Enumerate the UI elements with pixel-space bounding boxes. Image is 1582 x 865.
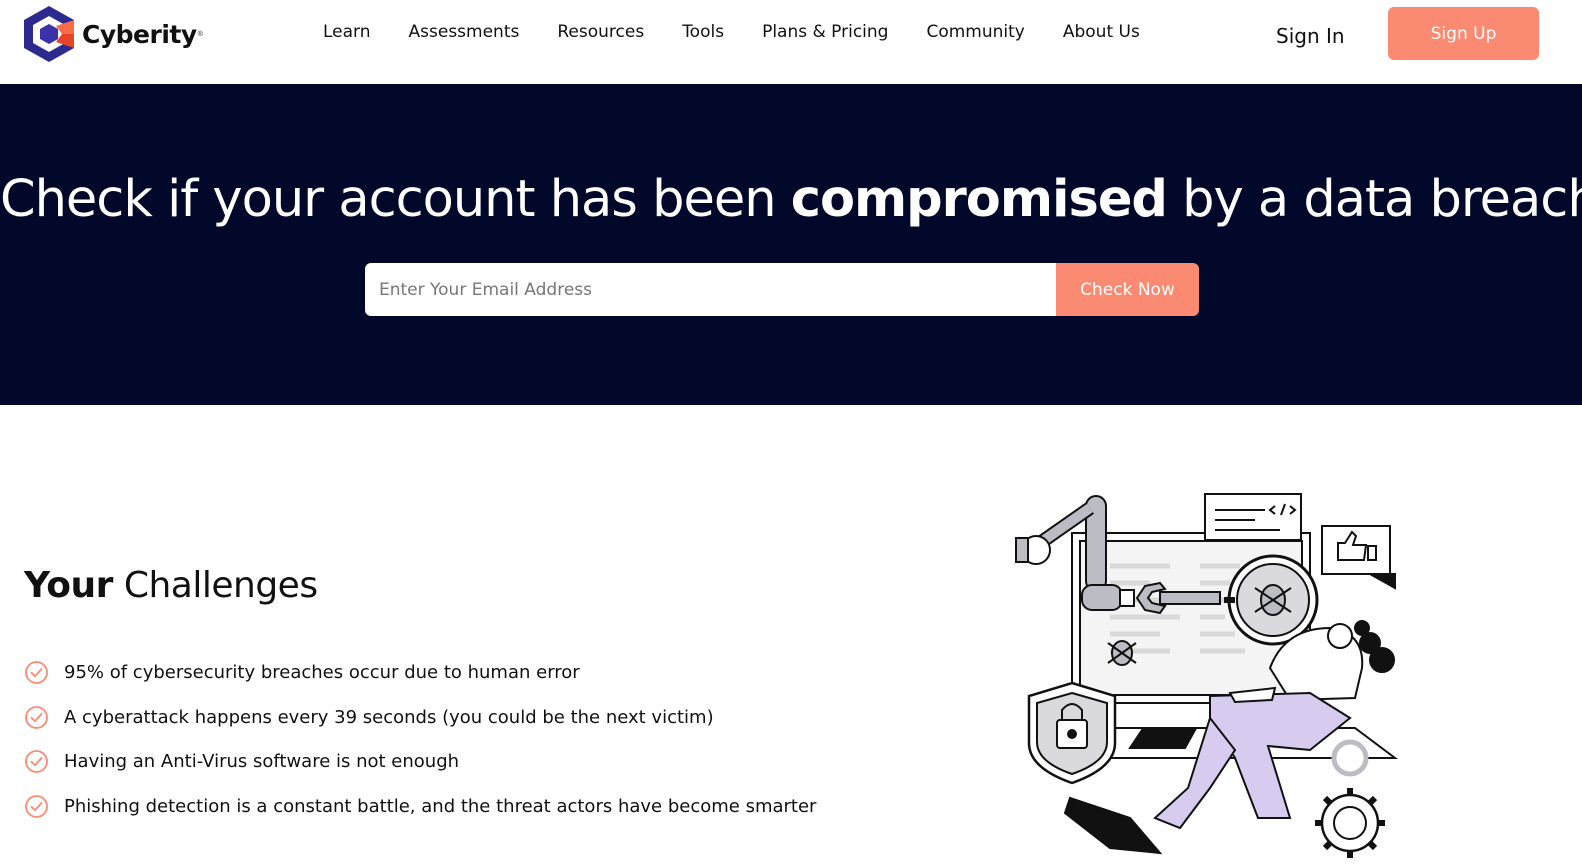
sign-up-button[interactable]: Sign Up [1388,7,1539,60]
main-nav: Learn Assessments Resources Tools Plans … [323,22,1178,42]
email-input[interactable] [365,263,1056,316]
check-circle-icon [25,660,48,684]
nav-item-assessments[interactable]: Assessments [409,22,520,42]
nav-item-learn[interactable]: Learn [323,22,371,42]
challenge-text: Phishing detection is a constant battle,… [64,795,817,817]
challenges-heading-bold: Your [24,565,113,606]
sign-in-link[interactable]: Sign In [1276,24,1345,48]
cyberity-logo-icon [24,6,74,62]
challenges-heading: Your Challenges [24,565,318,606]
challenge-text: Having an Anti-Virus software is not eno… [64,751,460,773]
list-item: Having an Anti-Virus software is not eno… [24,739,816,784]
list-item: A cyberattack happens every 39 seconds (… [24,695,816,740]
list-item: 95% of cybersecurity breaches occur due … [24,650,816,695]
check-now-button[interactable]: Check Now [1056,263,1199,316]
challenge-text: 95% of cybersecurity breaches occur due … [64,661,580,683]
nav-item-about-us[interactable]: About Us [1063,22,1140,42]
hero-title-emphasis: compromised [790,170,1168,229]
hero-title-end: by a data breach [1166,170,1582,229]
site-header: Cyberity ® Learn Assessments Resources To… [0,0,1582,84]
challenges-heading-rest: Challenges [112,565,318,606]
challenge-text: A cyberattack happens every 39 seconds (… [64,706,714,728]
logo-trademark: ® [197,30,203,38]
check-circle-icon [25,750,48,774]
nav-item-resources[interactable]: Resources [557,22,644,42]
challenge-list: 95% of cybersecurity breaches occur due … [24,650,816,829]
cybersecurity-illustration [1015,493,1398,858]
breach-check-hero: Check if your account has been compromis… [0,84,1582,405]
nav-item-community[interactable]: Community [926,22,1024,42]
logo-text: Cyberity [82,19,197,49]
hero-title: Check if your account has been compromis… [0,170,1582,229]
nav-item-tools[interactable]: Tools [682,22,724,42]
hero-title-start: Check if your account has been [0,170,791,229]
list-item: Phishing detection is a constant battle,… [24,784,816,829]
nav-item-plans-pricing[interactable]: Plans & Pricing [762,22,888,42]
logo[interactable]: Cyberity ® [22,4,203,64]
email-check-form: Check Now [365,263,1199,316]
check-circle-icon [25,705,48,729]
check-circle-icon [25,795,48,818]
